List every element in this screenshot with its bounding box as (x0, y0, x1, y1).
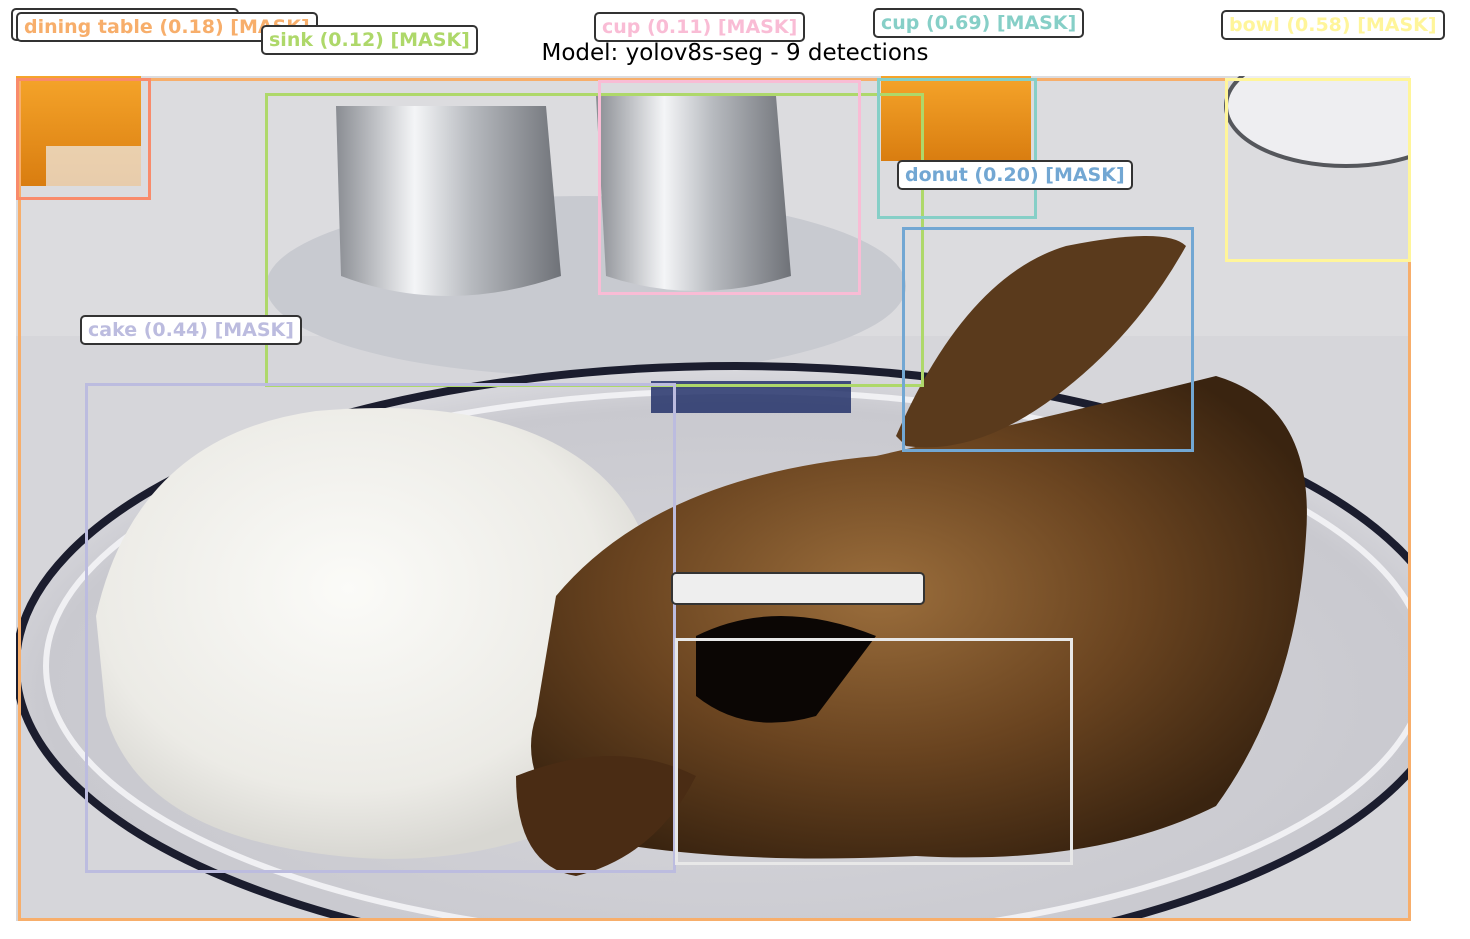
detection-box-cake (85, 383, 676, 873)
detection-label-donut: donut (0.20) [MASK] (897, 160, 1133, 190)
detection-box-unlabeled-orange (16, 78, 151, 200)
detection-box-bowl (1225, 78, 1411, 262)
detection-label-unlabeled-light (671, 572, 925, 605)
detection-figure: Model: yolov8s-seg - 9 detections dining… (0, 0, 1470, 939)
detection-box-donut (902, 227, 1194, 452)
detection-label-bowl: bowl (0.58) [MASK] (1221, 10, 1445, 40)
figure-title: Model: yolov8s-seg - 9 detections (541, 40, 929, 66)
detection-box-cup-small (598, 80, 861, 295)
detection-box-cup (877, 78, 1037, 219)
detection-box-unlabeled-light (675, 638, 1073, 865)
detection-label-cup-small: cup (0.11) [MASK] (594, 12, 806, 42)
detection-label-cake: cake (0.44) [MASK] (80, 315, 302, 345)
detection-label-cup: cup (0.69) [MASK] (873, 8, 1085, 38)
detection-label-sink: sink (0.12) [MASK] (261, 25, 478, 55)
